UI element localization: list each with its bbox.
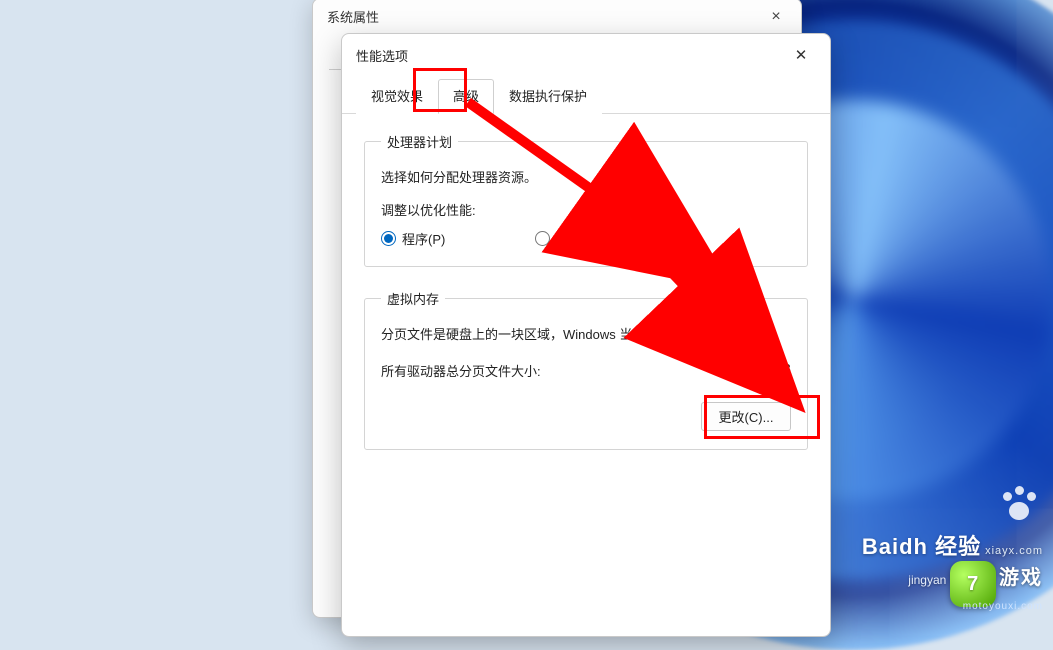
perf-title: 性能选项 (356, 46, 408, 65)
radio-programs-label: 程序(P) (402, 229, 445, 248)
vm-total-value: 1408 MB (739, 361, 791, 380)
radio-background-services[interactable]: 后台服务(S) (535, 229, 625, 248)
radio-services-label: 后台服务(S) (556, 229, 625, 248)
sysprop-close-button[interactable]: × (757, 3, 795, 31)
close-icon[interactable]: ✕ (784, 42, 818, 68)
vm-total-row: 所有驱动器总分页文件大小: 1408 MB (381, 361, 791, 380)
perf-tabs: 视觉效果 高级 数据执行保护 (342, 74, 830, 114)
processor-radio-row: 程序(P) 后台服务(S) (381, 229, 791, 248)
vm-desc: 分页文件是硬盘上的一块区域，Windows 当作 RAM 使用。 (381, 324, 791, 343)
processor-legend: 处理器计划 (381, 132, 458, 151)
radio-services-input[interactable] (535, 231, 550, 246)
tab-dep[interactable]: 数据执行保护 (494, 79, 602, 114)
performance-options-dialog: 性能选项 ✕ 视觉效果 高级 数据执行保护 处理器计划 选择如何分配处理器资源。… (341, 33, 831, 637)
processor-desc: 选择如何分配处理器资源。 (381, 167, 791, 186)
vm-legend: 虚拟内存 (381, 289, 445, 308)
vm-total-label: 所有驱动器总分页文件大小: (381, 361, 541, 380)
perf-body: 处理器计划 选择如何分配处理器资源。 调整以优化性能: 程序(P) 后台服务(S… (342, 114, 830, 490)
radio-programs-input[interactable] (381, 231, 396, 246)
tab-advanced[interactable]: 高级 (438, 79, 494, 114)
change-button[interactable]: 更改(C)... (701, 402, 791, 431)
processor-schedule-group: 处理器计划 选择如何分配处理器资源。 调整以优化性能: 程序(P) 后台服务(S… (364, 132, 808, 267)
virtual-memory-group: 虚拟内存 分页文件是硬盘上的一块区域，Windows 当作 RAM 使用。 所有… (364, 289, 808, 450)
sysprop-title: 系统属性 (313, 0, 801, 30)
processor-optimize-label: 调整以优化性能: (381, 200, 791, 219)
radio-programs[interactable]: 程序(P) (381, 229, 445, 248)
perf-titlebar: 性能选项 ✕ (342, 34, 830, 74)
tab-visual-effects[interactable]: 视觉效果 (356, 79, 438, 114)
